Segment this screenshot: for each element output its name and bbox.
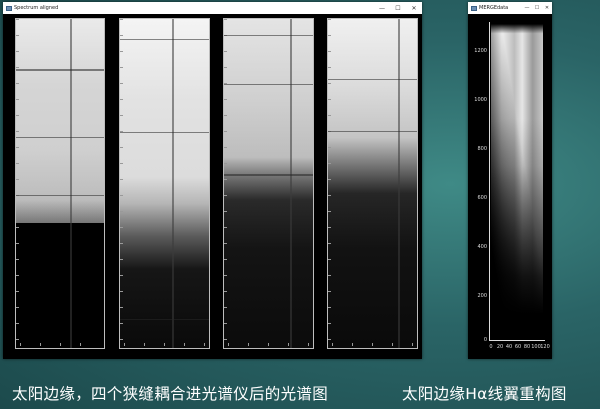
mergedata-window: MERGEdata — ☐ ✕ 1200 1000 800 600 400 20…: [468, 2, 552, 359]
slit-spectrum-panel-4: [327, 18, 418, 349]
title-bar: Spectrum aligned — ☐ ✕: [3, 2, 422, 14]
minimize-button[interactable]: —: [374, 2, 390, 14]
y-tick-label: 800: [477, 146, 487, 152]
x-tick-label: 20: [496, 344, 504, 350]
y-tick-label: 1000: [474, 97, 487, 103]
app-icon: [6, 5, 12, 11]
window-title: MERGEdata: [479, 5, 509, 11]
y-axis: [489, 22, 490, 340]
reconstruction-caption: 太阳边缘Hα线翼重构图: [402, 385, 567, 403]
spectrum-plot-area: [3, 14, 422, 359]
x-tick-label: 40: [505, 344, 513, 350]
x-tick-label: 0: [489, 344, 493, 350]
y-tick-label: 1200: [474, 48, 487, 54]
y-tick-label: 400: [477, 244, 487, 250]
close-button[interactable]: ✕: [406, 2, 422, 14]
reconstruction-plot-area: 1200 1000 800 600 400 200 0 0 20 40 60 8…: [468, 14, 552, 359]
spectrum-caption: 太阳边缘，四个狭缝耦合进光谱仪后的光谱图: [12, 385, 329, 403]
y-tick-label: 0: [483, 337, 487, 343]
slit-spectrum-panel-2: [119, 18, 210, 349]
maximize-button[interactable]: ☐: [532, 2, 542, 14]
x-tick-label: 60: [514, 344, 522, 350]
maximize-button[interactable]: ☐: [390, 2, 406, 14]
x-tick-label: 80: [523, 344, 531, 350]
spectrum-aligned-window: Spectrum aligned — ☐ ✕: [3, 2, 422, 359]
close-button[interactable]: ✕: [542, 2, 552, 14]
minimize-button[interactable]: —: [522, 2, 532, 14]
slit-spectrum-panel-1: [15, 18, 105, 349]
title-bar: MERGEdata — ☐ ✕: [468, 2, 552, 14]
y-tick-label: 600: [477, 195, 487, 201]
x-tick-label: 120: [540, 344, 550, 350]
slit-spectrum-panel-3: [223, 18, 314, 349]
x-axis: [489, 340, 545, 341]
y-tick-label: 200: [477, 293, 487, 299]
app-icon: [471, 5, 477, 11]
window-title: Spectrum aligned: [14, 5, 59, 11]
